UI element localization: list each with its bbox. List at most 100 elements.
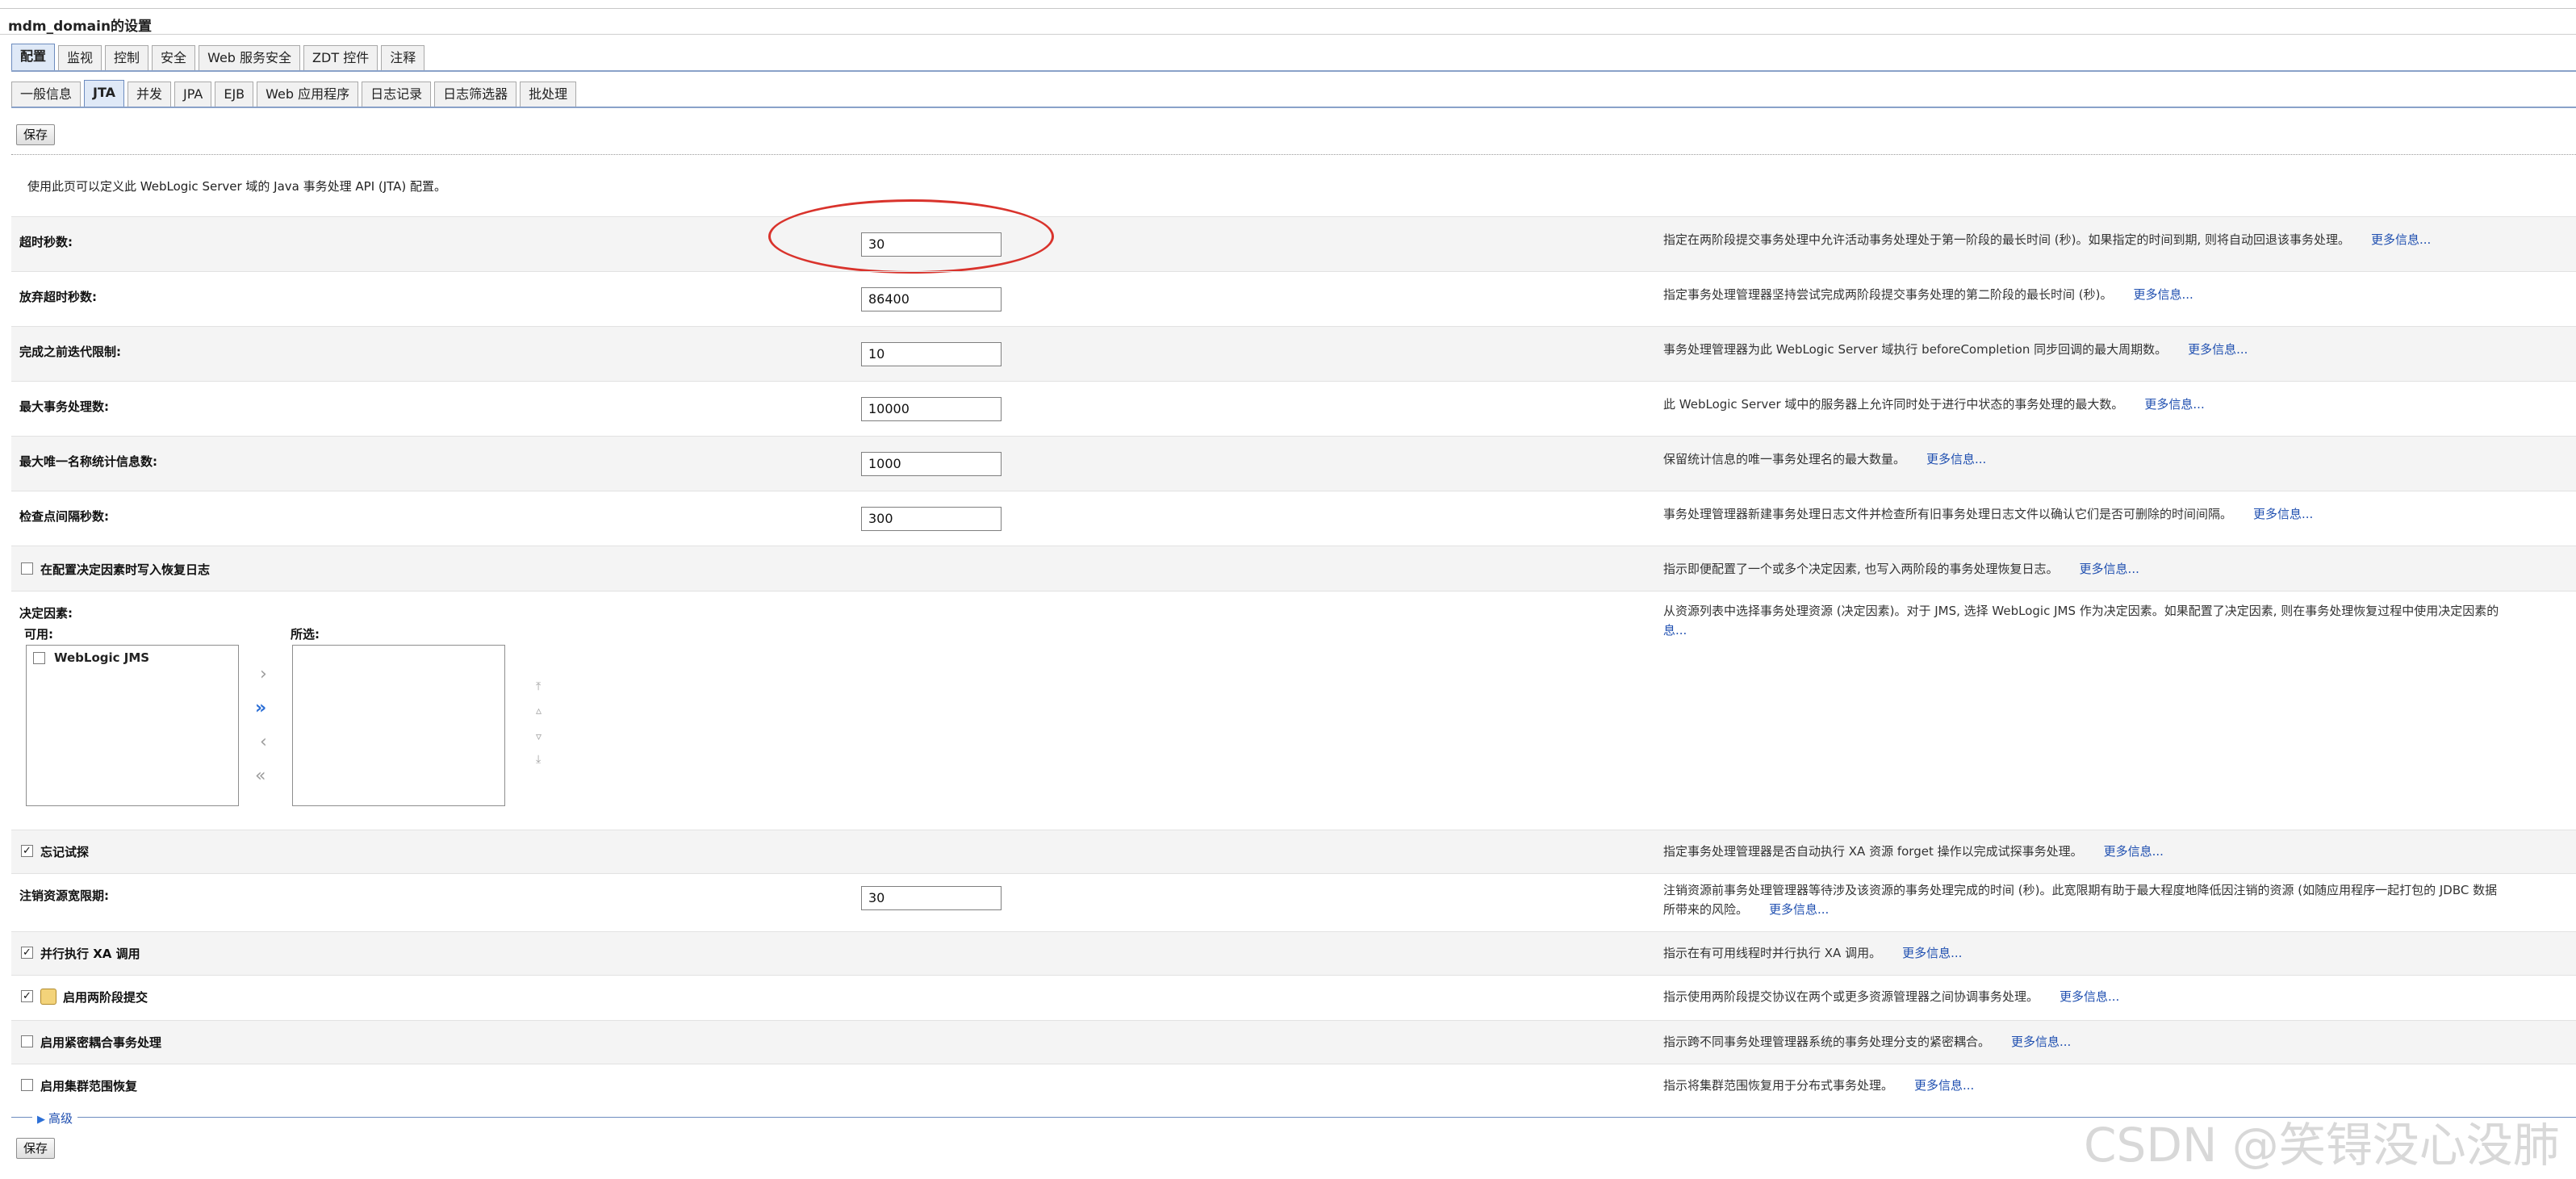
max-unique-names-more-link[interactable]: 更多信息... [1926, 452, 1986, 466]
tab-control[interactable]: 控制 [105, 45, 149, 71]
row-abandon-timeout: 放弃超时秒数: 86400 指定事务处理管理器坚持尝试完成两阶段提交事务处理的第… [11, 271, 2576, 326]
tab-security[interactable]: 安全 [152, 45, 196, 71]
advanced-toggle[interactable]: ▶ 高级 [32, 1110, 78, 1127]
recovery-log-more-link[interactable]: 更多信息... [2080, 562, 2139, 576]
tab-web-applications[interactable]: Web 应用程序 [257, 82, 359, 107]
abandon-desc-text: 指定事务处理管理器坚持尝试完成两阶段提交事务处理的第二阶段的最长时间 (秒)。 [1663, 287, 2113, 302]
two-phase-commit-checkbox[interactable]: ✓ [21, 990, 33, 1002]
unregister-desc-line2: 所带来的风险。 [1663, 902, 1749, 917]
two-phase-commit-more-link[interactable]: 更多信息... [2060, 989, 2119, 1004]
row-max-unique-names: 最大唯一名称统计信息数: 1000 保留统计信息的唯一事务处理名的最大数量。 更多… [11, 436, 2576, 491]
available-listbox[interactable]: WebLogic JMS [26, 645, 239, 806]
timeout-desc: 指定在两阶段提交事务处理中允许活动事务处理处于第一阶段的最长时间 (秒)。如果指… [1663, 230, 2576, 249]
recovery-log-checkbox[interactable] [21, 562, 33, 575]
two-phase-commit-desc: 指示使用两阶段提交协议在两个或更多资源管理器之间协调事务处理。 更多信息... [1663, 987, 2576, 1006]
max-tx-input[interactable]: 10000 [861, 397, 1002, 421]
max-tx-more-link[interactable]: 更多信息... [2144, 397, 2204, 412]
timeout-more-link[interactable]: 更多信息... [2371, 232, 2431, 247]
parallel-xa-checkbox[interactable]: ✓ [21, 947, 33, 959]
weblogic-jms-checkbox[interactable] [33, 652, 45, 664]
determiners-desc-line2: 息... [1663, 623, 1687, 638]
row-timeout: 超时秒数: 30 指定在两阶段提交事务处理中允许活动事务处理处于第一阶段的最长时… [11, 216, 2576, 271]
determiners-desc-line1: 从资源列表中选择事务处理资源 (决定因素)。对于 JMS, 选择 WebLogi… [1663, 604, 2499, 618]
move-top-icon[interactable]: ⤒ [536, 680, 541, 693]
max-unique-names-input[interactable]: 1000 [861, 452, 1002, 476]
save-button-bottom[interactable]: 保存 [16, 1138, 56, 1159]
row-parallel-xa: ✓ 并行执行 XA 调用 指示在有可用线程时并行执行 XA 调用。 更多信息... [11, 931, 2576, 975]
primary-tabs: 配置 监视 控制 安全 Web 服务安全 ZDT 控件 注释 [11, 42, 428, 71]
tab-batch[interactable]: 批处理 [520, 82, 577, 107]
unregister-input[interactable]: 30 [861, 886, 1002, 910]
abandon-input[interactable]: 86400 [861, 287, 1002, 311]
move-down-icon[interactable]: ▿ [536, 730, 542, 743]
unregister-label: 注销资源宽限期: [19, 888, 109, 903]
two-phase-commit-desc-text: 指示使用两阶段提交协议在两个或更多资源管理器之间协调事务处理。 [1663, 989, 2039, 1004]
expand-triangle-icon: ▶ [37, 1114, 45, 1126]
tab-logging[interactable]: 日志记录 [362, 82, 432, 107]
tab-jpa[interactable]: JPA [174, 82, 212, 107]
before-completion-desc: 事务处理管理器为此 WebLogic Server 域执行 beforeComp… [1663, 340, 2576, 359]
tab-jta[interactable]: JTA [84, 80, 125, 107]
option-weblogic-jms[interactable]: WebLogic JMS [33, 650, 149, 665]
tight-coupling-desc-text: 指示跨不同事务处理管理器系统的事务处理分支的紧密耦合。 [1663, 1035, 1991, 1049]
highlight-ellipse [768, 199, 1054, 274]
move-all-left-icon[interactable]: « [255, 766, 266, 786]
before-completion-more-link[interactable]: 更多信息... [2188, 342, 2248, 357]
timeout-desc-text: 指定在两阶段提交事务处理中允许活动事务处理处于第一阶段的最长时间 (秒)。如果指… [1663, 232, 2351, 247]
forget-heuristics-checkbox[interactable]: ✓ [21, 845, 33, 857]
row-recovery-log: 在配置决定因素时写入恢复日志 指示即便配置了一个或多个决定因素, 也写入两阶段的… [11, 546, 2576, 591]
forget-heuristics-desc: 指定事务处理管理器是否自动执行 XA 资源 forget 操作以完成试探事务处理… [1663, 842, 2576, 861]
tab-zdt-control[interactable]: ZDT 控件 [303, 45, 378, 71]
parallel-xa-desc: 指示在有可用线程时并行执行 XA 调用。 更多信息... [1663, 943, 2576, 963]
abandon-more-link[interactable]: 更多信息... [2133, 287, 2193, 302]
row-forget-heuristics: ✓ 忘记试探 指定事务处理管理器是否自动执行 XA 资源 forget 操作以完… [11, 830, 2576, 873]
max-unique-names-desc-text: 保留统计信息的唯一事务处理名的最大数量。 [1663, 452, 1906, 466]
tab-general[interactable]: 一般信息 [11, 82, 82, 107]
tab-monitoring[interactable]: 监视 [58, 45, 102, 71]
tab-log-filters[interactable]: 日志筛选器 [434, 82, 517, 107]
unregister-more-link[interactable]: 更多信息... [1769, 902, 1829, 917]
move-bottom-icon[interactable]: ⤓ [536, 753, 541, 766]
tight-coupling-label: 启用紧密耦合事务处理 [40, 1035, 162, 1050]
move-right-icon[interactable]: › [260, 664, 267, 684]
timeout-label: 超时秒数: [19, 235, 73, 249]
max-unique-names-label: 最大唯一名称统计信息数: [19, 454, 157, 469]
chosen-listbox[interactable] [292, 645, 505, 806]
tight-coupling-checkbox[interactable] [21, 1035, 33, 1047]
secondary-tabs: 一般信息 JTA 并发 JPA EJB Web 应用程序 日志记录 日志筛选器 … [11, 78, 579, 107]
tab-ejb[interactable]: EJB [215, 82, 254, 107]
unregister-desc-line2-wrap: 所带来的风险。 更多信息... [1663, 900, 2576, 919]
cluster-recovery-checkbox[interactable] [21, 1079, 33, 1091]
move-all-right-icon[interactable]: » [255, 698, 266, 718]
cluster-recovery-label: 启用集群范围恢复 [40, 1079, 138, 1093]
cluster-recovery-desc: 指示将集群范围恢复用于分布式事务处理。 更多信息... [1663, 1076, 2576, 1095]
tab-concurrency[interactable]: 并发 [128, 82, 172, 107]
row-unregister-grace: 注销资源宽限期: 30 注销资源前事务处理管理器等待涉及该资源的事务处理完成的时… [11, 873, 2576, 931]
parallel-xa-more-link[interactable]: 更多信息... [1902, 946, 1962, 960]
tight-coupling-more-link[interactable]: 更多信息... [2011, 1035, 2071, 1049]
save-button-top[interactable]: 保存 [16, 124, 56, 145]
tab-config[interactable]: 配置 [11, 44, 56, 71]
row-max-transactions: 最大事务处理数: 10000 此 WebLogic Server 域中的服务器上… [11, 381, 2576, 436]
before-completion-input[interactable]: 10 [861, 342, 1002, 366]
cluster-recovery-more-link[interactable]: 更多信息... [1914, 1078, 1974, 1093]
tight-coupling-desc: 指示跨不同事务处理管理器系统的事务处理分支的紧密耦合。 更多信息... [1663, 1032, 2576, 1051]
checkpoint-label: 检查点间隔秒数: [19, 509, 109, 524]
tab-notes[interactable]: 注释 [381, 45, 425, 71]
recovery-log-label: 在配置决定因素时写入恢复日志 [40, 562, 211, 577]
forget-heuristics-desc-text: 指定事务处理管理器是否自动执行 XA 资源 forget 操作以完成试探事务处理… [1663, 844, 2083, 859]
checkpoint-input[interactable]: 300 [861, 507, 1002, 531]
secondary-tabs-underline [11, 107, 2576, 108]
abandon-label: 放弃超时秒数: [19, 290, 97, 304]
forget-heuristics-more-link[interactable]: 更多信息... [2104, 844, 2164, 859]
weblogic-jms-label: WebLogic JMS [54, 650, 150, 665]
max-tx-label: 最大事务处理数: [19, 399, 109, 414]
checkpoint-more-link[interactable]: 更多信息... [2253, 507, 2313, 521]
determiners-label: 决定因素: [19, 606, 73, 621]
tab-web-service-security[interactable]: Web 服务安全 [199, 45, 301, 71]
move-left-icon[interactable]: ‹ [260, 732, 267, 752]
move-up-icon[interactable]: ▵ [536, 704, 542, 717]
row-checkpoint-interval: 检查点间隔秒数: 300 事务处理管理器新建事务处理日志文件并检查所有旧事务处理… [11, 491, 2576, 546]
two-phase-commit-label: 启用两阶段提交 [63, 990, 148, 1005]
title-divider [0, 34, 2576, 35]
